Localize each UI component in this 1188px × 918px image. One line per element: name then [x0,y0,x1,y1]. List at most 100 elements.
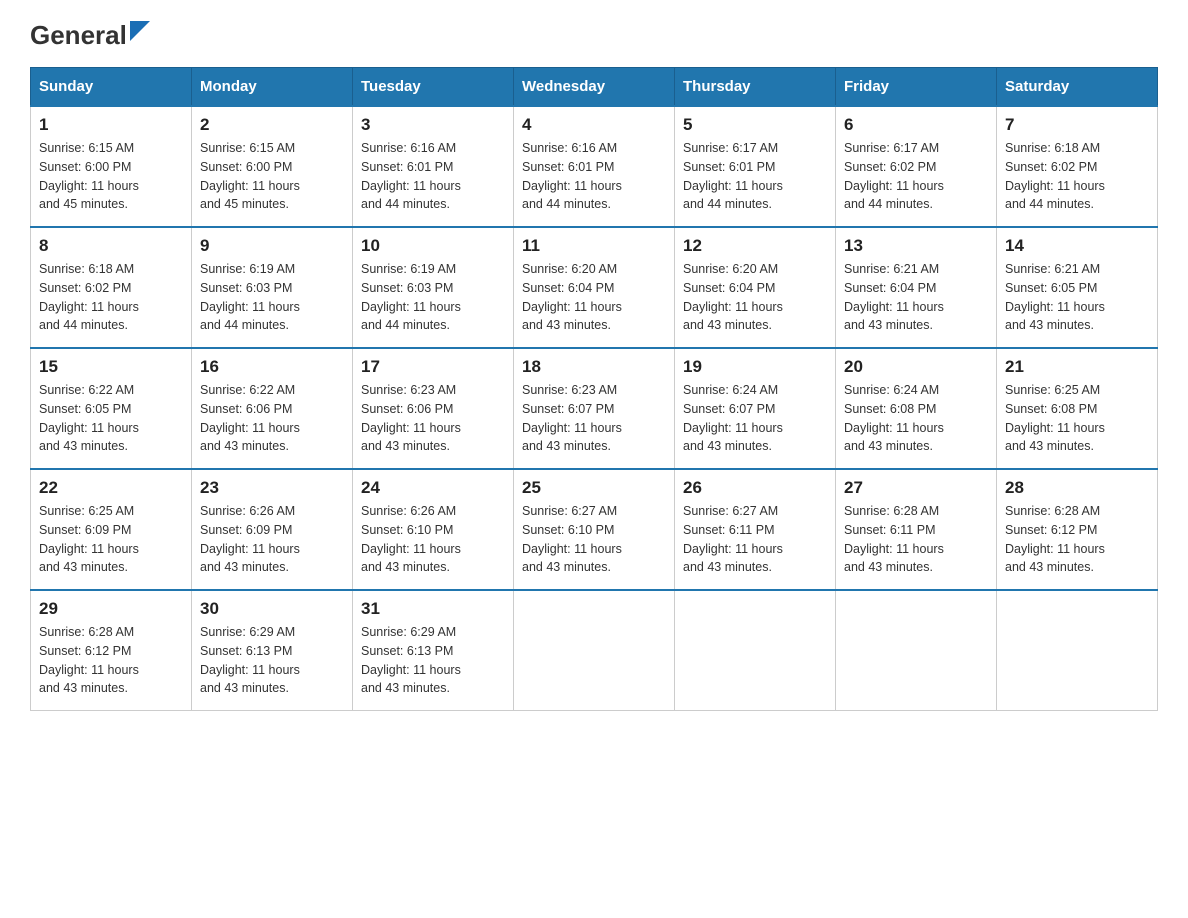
day-info: Sunrise: 6:26 AM Sunset: 6:10 PM Dayligh… [361,502,505,577]
day-info: Sunrise: 6:15 AM Sunset: 6:00 PM Dayligh… [39,139,183,214]
calendar-cell: 8 Sunrise: 6:18 AM Sunset: 6:02 PM Dayli… [31,227,192,348]
calendar-week-row: 29 Sunrise: 6:28 AM Sunset: 6:12 PM Dayl… [31,590,1158,711]
calendar-cell [836,590,997,711]
calendar-cell [514,590,675,711]
day-info: Sunrise: 6:21 AM Sunset: 6:05 PM Dayligh… [1005,260,1149,335]
logo-general: General [30,20,127,51]
day-info: Sunrise: 6:26 AM Sunset: 6:09 PM Dayligh… [200,502,344,577]
day-info: Sunrise: 6:27 AM Sunset: 6:10 PM Dayligh… [522,502,666,577]
calendar-cell: 18 Sunrise: 6:23 AM Sunset: 6:07 PM Dayl… [514,348,675,469]
calendar-cell: 13 Sunrise: 6:21 AM Sunset: 6:04 PM Dayl… [836,227,997,348]
day-info: Sunrise: 6:19 AM Sunset: 6:03 PM Dayligh… [361,260,505,335]
day-info: Sunrise: 6:20 AM Sunset: 6:04 PM Dayligh… [522,260,666,335]
calendar-cell: 29 Sunrise: 6:28 AM Sunset: 6:12 PM Dayl… [31,590,192,711]
day-info: Sunrise: 6:23 AM Sunset: 6:07 PM Dayligh… [522,381,666,456]
day-info: Sunrise: 6:29 AM Sunset: 6:13 PM Dayligh… [361,623,505,698]
calendar-cell: 6 Sunrise: 6:17 AM Sunset: 6:02 PM Dayli… [836,106,997,227]
calendar-cell [997,590,1158,711]
day-number: 1 [39,115,183,135]
calendar-cell: 12 Sunrise: 6:20 AM Sunset: 6:04 PM Dayl… [675,227,836,348]
day-number: 11 [522,236,666,256]
day-number: 23 [200,478,344,498]
day-number: 22 [39,478,183,498]
calendar-cell: 2 Sunrise: 6:15 AM Sunset: 6:00 PM Dayli… [192,106,353,227]
day-info: Sunrise: 6:16 AM Sunset: 6:01 PM Dayligh… [361,139,505,214]
day-number: 5 [683,115,827,135]
calendar-cell: 3 Sunrise: 6:16 AM Sunset: 6:01 PM Dayli… [353,106,514,227]
calendar-cell: 7 Sunrise: 6:18 AM Sunset: 6:02 PM Dayli… [997,106,1158,227]
day-info: Sunrise: 6:29 AM Sunset: 6:13 PM Dayligh… [200,623,344,698]
day-info: Sunrise: 6:24 AM Sunset: 6:08 PM Dayligh… [844,381,988,456]
logo-arrow-icon [130,21,150,41]
day-info: Sunrise: 6:17 AM Sunset: 6:02 PM Dayligh… [844,139,988,214]
calendar-week-row: 15 Sunrise: 6:22 AM Sunset: 6:05 PM Dayl… [31,348,1158,469]
column-header-saturday: Saturday [997,68,1158,107]
calendar-cell: 22 Sunrise: 6:25 AM Sunset: 6:09 PM Dayl… [31,469,192,590]
calendar-cell: 30 Sunrise: 6:29 AM Sunset: 6:13 PM Dayl… [192,590,353,711]
calendar-cell: 17 Sunrise: 6:23 AM Sunset: 6:06 PM Dayl… [353,348,514,469]
day-number: 4 [522,115,666,135]
calendar-cell: 31 Sunrise: 6:29 AM Sunset: 6:13 PM Dayl… [353,590,514,711]
day-info: Sunrise: 6:28 AM Sunset: 6:12 PM Dayligh… [1005,502,1149,577]
day-number: 19 [683,357,827,377]
calendar-cell: 20 Sunrise: 6:24 AM Sunset: 6:08 PM Dayl… [836,348,997,469]
day-number: 25 [522,478,666,498]
calendar-cell: 1 Sunrise: 6:15 AM Sunset: 6:00 PM Dayli… [31,106,192,227]
calendar-cell: 10 Sunrise: 6:19 AM Sunset: 6:03 PM Dayl… [353,227,514,348]
column-header-sunday: Sunday [31,68,192,107]
day-number: 29 [39,599,183,619]
calendar-cell: 19 Sunrise: 6:24 AM Sunset: 6:07 PM Dayl… [675,348,836,469]
calendar-cell: 15 Sunrise: 6:22 AM Sunset: 6:05 PM Dayl… [31,348,192,469]
day-info: Sunrise: 6:28 AM Sunset: 6:11 PM Dayligh… [844,502,988,577]
calendar-week-row: 1 Sunrise: 6:15 AM Sunset: 6:00 PM Dayli… [31,106,1158,227]
column-header-tuesday: Tuesday [353,68,514,107]
day-info: Sunrise: 6:28 AM Sunset: 6:12 PM Dayligh… [39,623,183,698]
day-number: 24 [361,478,505,498]
day-number: 14 [1005,236,1149,256]
day-number: 2 [200,115,344,135]
calendar-cell: 5 Sunrise: 6:17 AM Sunset: 6:01 PM Dayli… [675,106,836,227]
day-number: 26 [683,478,827,498]
header: General [30,20,1158,47]
day-number: 12 [683,236,827,256]
calendar-cell [675,590,836,711]
calendar-cell: 21 Sunrise: 6:25 AM Sunset: 6:08 PM Dayl… [997,348,1158,469]
day-info: Sunrise: 6:27 AM Sunset: 6:11 PM Dayligh… [683,502,827,577]
day-number: 18 [522,357,666,377]
day-number: 30 [200,599,344,619]
day-info: Sunrise: 6:20 AM Sunset: 6:04 PM Dayligh… [683,260,827,335]
day-info: Sunrise: 6:24 AM Sunset: 6:07 PM Dayligh… [683,381,827,456]
day-number: 10 [361,236,505,256]
day-number: 31 [361,599,505,619]
day-number: 17 [361,357,505,377]
calendar-cell: 28 Sunrise: 6:28 AM Sunset: 6:12 PM Dayl… [997,469,1158,590]
day-number: 9 [200,236,344,256]
day-info: Sunrise: 6:25 AM Sunset: 6:08 PM Dayligh… [1005,381,1149,456]
calendar-header-row: SundayMondayTuesdayWednesdayThursdayFrid… [31,68,1158,107]
column-header-friday: Friday [836,68,997,107]
calendar-cell: 25 Sunrise: 6:27 AM Sunset: 6:10 PM Dayl… [514,469,675,590]
day-number: 7 [1005,115,1149,135]
day-info: Sunrise: 6:17 AM Sunset: 6:01 PM Dayligh… [683,139,827,214]
day-info: Sunrise: 6:18 AM Sunset: 6:02 PM Dayligh… [1005,139,1149,214]
day-info: Sunrise: 6:23 AM Sunset: 6:06 PM Dayligh… [361,381,505,456]
day-info: Sunrise: 6:22 AM Sunset: 6:05 PM Dayligh… [39,381,183,456]
day-number: 3 [361,115,505,135]
calendar-week-row: 8 Sunrise: 6:18 AM Sunset: 6:02 PM Dayli… [31,227,1158,348]
day-info: Sunrise: 6:25 AM Sunset: 6:09 PM Dayligh… [39,502,183,577]
calendar-cell: 14 Sunrise: 6:21 AM Sunset: 6:05 PM Dayl… [997,227,1158,348]
day-info: Sunrise: 6:16 AM Sunset: 6:01 PM Dayligh… [522,139,666,214]
calendar-cell: 11 Sunrise: 6:20 AM Sunset: 6:04 PM Dayl… [514,227,675,348]
calendar-week-row: 22 Sunrise: 6:25 AM Sunset: 6:09 PM Dayl… [31,469,1158,590]
day-number: 28 [1005,478,1149,498]
column-header-wednesday: Wednesday [514,68,675,107]
day-number: 21 [1005,357,1149,377]
calendar-cell: 4 Sunrise: 6:16 AM Sunset: 6:01 PM Dayli… [514,106,675,227]
day-number: 27 [844,478,988,498]
day-number: 16 [200,357,344,377]
day-info: Sunrise: 6:19 AM Sunset: 6:03 PM Dayligh… [200,260,344,335]
day-info: Sunrise: 6:18 AM Sunset: 6:02 PM Dayligh… [39,260,183,335]
day-number: 6 [844,115,988,135]
calendar-cell: 9 Sunrise: 6:19 AM Sunset: 6:03 PM Dayli… [192,227,353,348]
column-header-monday: Monday [192,68,353,107]
